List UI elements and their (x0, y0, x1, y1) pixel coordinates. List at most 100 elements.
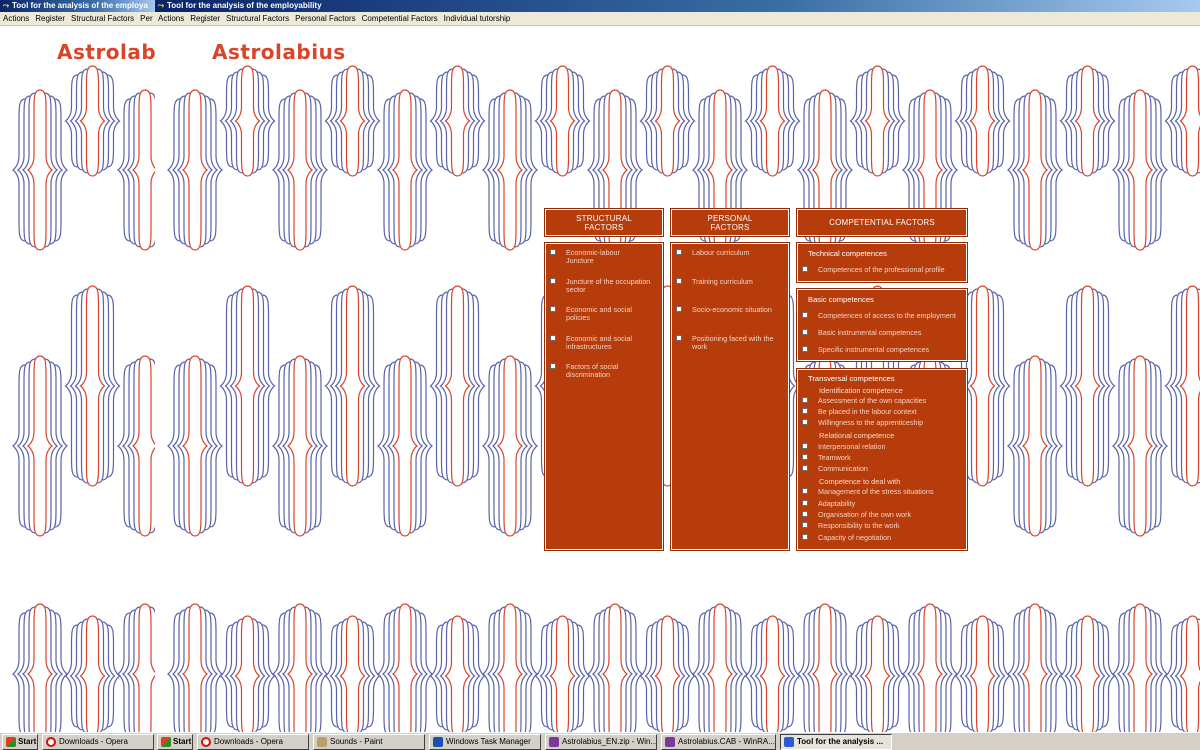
checkbox[interactable] (676, 278, 682, 284)
checkbox[interactable] (802, 397, 808, 403)
pattern-bracket (352, 615, 366, 732)
menu-register[interactable]: Register (32, 12, 68, 25)
personal-factors-header[interactable]: PERSONAL FACTORS (670, 208, 790, 237)
taskbar-item-active[interactable]: Tool for the analysis ... (780, 734, 892, 750)
competence-item[interactable]: Specific instrumental competences (802, 346, 967, 354)
checkbox[interactable] (802, 522, 808, 528)
pattern-bracket (1139, 355, 1154, 537)
transversal-competences-title: Transversal competences (808, 374, 895, 383)
pattern-bracket (181, 603, 196, 732)
item-label: Economic and social policies (566, 306, 662, 322)
pattern-bracket (601, 603, 616, 732)
competence-item[interactable]: Assessment of the own capacities (802, 397, 967, 405)
checkbox[interactable] (802, 534, 808, 540)
checkbox[interactable] (802, 329, 808, 335)
competence-item[interactable]: Adaptability (802, 500, 967, 508)
checkbox[interactable] (802, 465, 808, 471)
checkbox[interactable] (802, 511, 808, 517)
checkbox[interactable] (550, 278, 556, 284)
checkbox[interactable] (550, 335, 556, 341)
menu-personal-factors[interactable]: Personal Factors (292, 12, 358, 25)
competence-item[interactable]: Capacity of negotiation (802, 534, 967, 542)
structural-item[interactable]: Economic and social policies (550, 306, 662, 322)
pattern-bracket (44, 606, 59, 732)
pattern-bracket (199, 606, 214, 732)
pattern-bracket (486, 609, 501, 732)
pattern-bracket (1179, 65, 1193, 177)
pattern-bracket (544, 68, 558, 174)
structural-item[interactable]: Juncture of the occupation sector (550, 278, 662, 294)
pattern-bracket (281, 358, 296, 534)
item-label-line: policies (566, 313, 590, 322)
personal-item[interactable]: Positioning faced with the work (676, 335, 788, 351)
structural-item[interactable]: Factors of social discrimination (550, 363, 662, 379)
structural-item[interactable]: Economic and social infrastructures (550, 335, 662, 351)
basic-competences-panel: Basic competences Competences of access … (796, 288, 968, 362)
competence-item[interactable]: Competences of the professional profile (802, 266, 967, 274)
pattern-bracket (286, 355, 301, 537)
pattern-bracket (987, 288, 1001, 484)
menu-personal-factors[interactable]: Per (137, 12, 155, 25)
structural-item[interactable]: Economic-labour Juncture (550, 249, 662, 265)
competence-item[interactable]: Organisation of the own work (802, 511, 967, 519)
main-window-title: Tool for the analysis of the employabili… (167, 1, 322, 10)
personal-item[interactable]: Labour curriculum (676, 249, 788, 257)
back-window-titlebar[interactable]: ⤳ Tool for the analysis of the employa (0, 0, 157, 12)
checkbox[interactable] (802, 419, 808, 425)
taskbar-item[interactable]: Sounds - Paint (313, 734, 425, 750)
pattern-bracket (864, 65, 878, 177)
checkbox[interactable] (802, 266, 808, 272)
menu-actions[interactable]: Actions (0, 12, 32, 25)
personal-item[interactable]: Training curriculum (676, 278, 788, 286)
menu-structural-factors[interactable]: Structural Factors (68, 12, 137, 25)
item-label: Management of the stress situations (818, 487, 934, 496)
checkbox[interactable] (802, 500, 808, 506)
menu-register[interactable]: Register (187, 12, 223, 25)
pattern-bracket (334, 288, 348, 484)
competence-item[interactable]: Interpersonal relation (802, 443, 967, 451)
checkbox[interactable] (802, 346, 808, 352)
start-button[interactable]: Start (157, 734, 193, 750)
competence-item[interactable]: Competences of access to the employment (802, 312, 967, 320)
pattern-bracket (1139, 89, 1154, 251)
pattern-bracket (97, 288, 111, 484)
checkbox[interactable] (802, 408, 808, 414)
personal-item[interactable]: Socio-economic situation (676, 306, 788, 314)
item-label: Communication (818, 464, 868, 473)
competence-item[interactable]: Willingness to the apprenticeship (802, 419, 967, 427)
checkbox[interactable] (550, 249, 556, 255)
start-button[interactable]: Start (2, 734, 38, 750)
menu-competential-factors[interactable]: Competential Factors (359, 12, 441, 25)
taskbar-item[interactable]: Windows Task Manager (429, 734, 541, 750)
taskbar-item[interactable]: Astrolabius_EN.zip - Win... (545, 734, 657, 750)
checkbox[interactable] (802, 454, 808, 460)
pattern-bracket (252, 68, 266, 174)
competential-factors-header[interactable]: COMPETENTIAL FACTORS (796, 208, 968, 237)
pattern-bracket (414, 609, 429, 732)
pattern-bracket (304, 92, 319, 248)
pattern-bracket (1144, 606, 1159, 732)
checkbox[interactable] (676, 249, 682, 255)
competence-item[interactable]: Basic instrumental competences (802, 329, 967, 337)
pattern-bracket (514, 606, 529, 732)
checkbox[interactable] (802, 443, 808, 449)
menu-structural-factors[interactable]: Structural Factors (223, 12, 292, 25)
competence-item[interactable]: Be placed in the labour context (802, 408, 967, 416)
competence-item[interactable]: Teamwork (802, 454, 967, 462)
checkbox[interactable] (550, 363, 556, 369)
checkbox[interactable] (802, 312, 808, 318)
taskbar-item[interactable]: Downloads - Opera (42, 734, 154, 750)
checkbox[interactable] (802, 488, 808, 494)
main-window-titlebar[interactable]: ⤳ Tool for the analysis of the employabil… (155, 0, 1200, 12)
competence-item[interactable]: Responsibility to the work (802, 522, 967, 530)
competence-item[interactable]: Management of the stress situations (802, 488, 967, 496)
checkbox[interactable] (676, 335, 682, 341)
menu-actions[interactable]: Actions (155, 12, 187, 25)
menu-individual-tutorship[interactable]: Individual tutorship (441, 12, 514, 25)
checkbox[interactable] (550, 306, 556, 312)
taskbar-item[interactable]: Downloads - Opera (197, 734, 309, 750)
structural-factors-header[interactable]: STRUCTURAL FACTORS (544, 208, 664, 237)
competence-item[interactable]: Communication (802, 465, 967, 473)
taskbar-item[interactable]: Astrolabius.CAB - WinRA... (661, 734, 776, 750)
checkbox[interactable] (676, 306, 682, 312)
